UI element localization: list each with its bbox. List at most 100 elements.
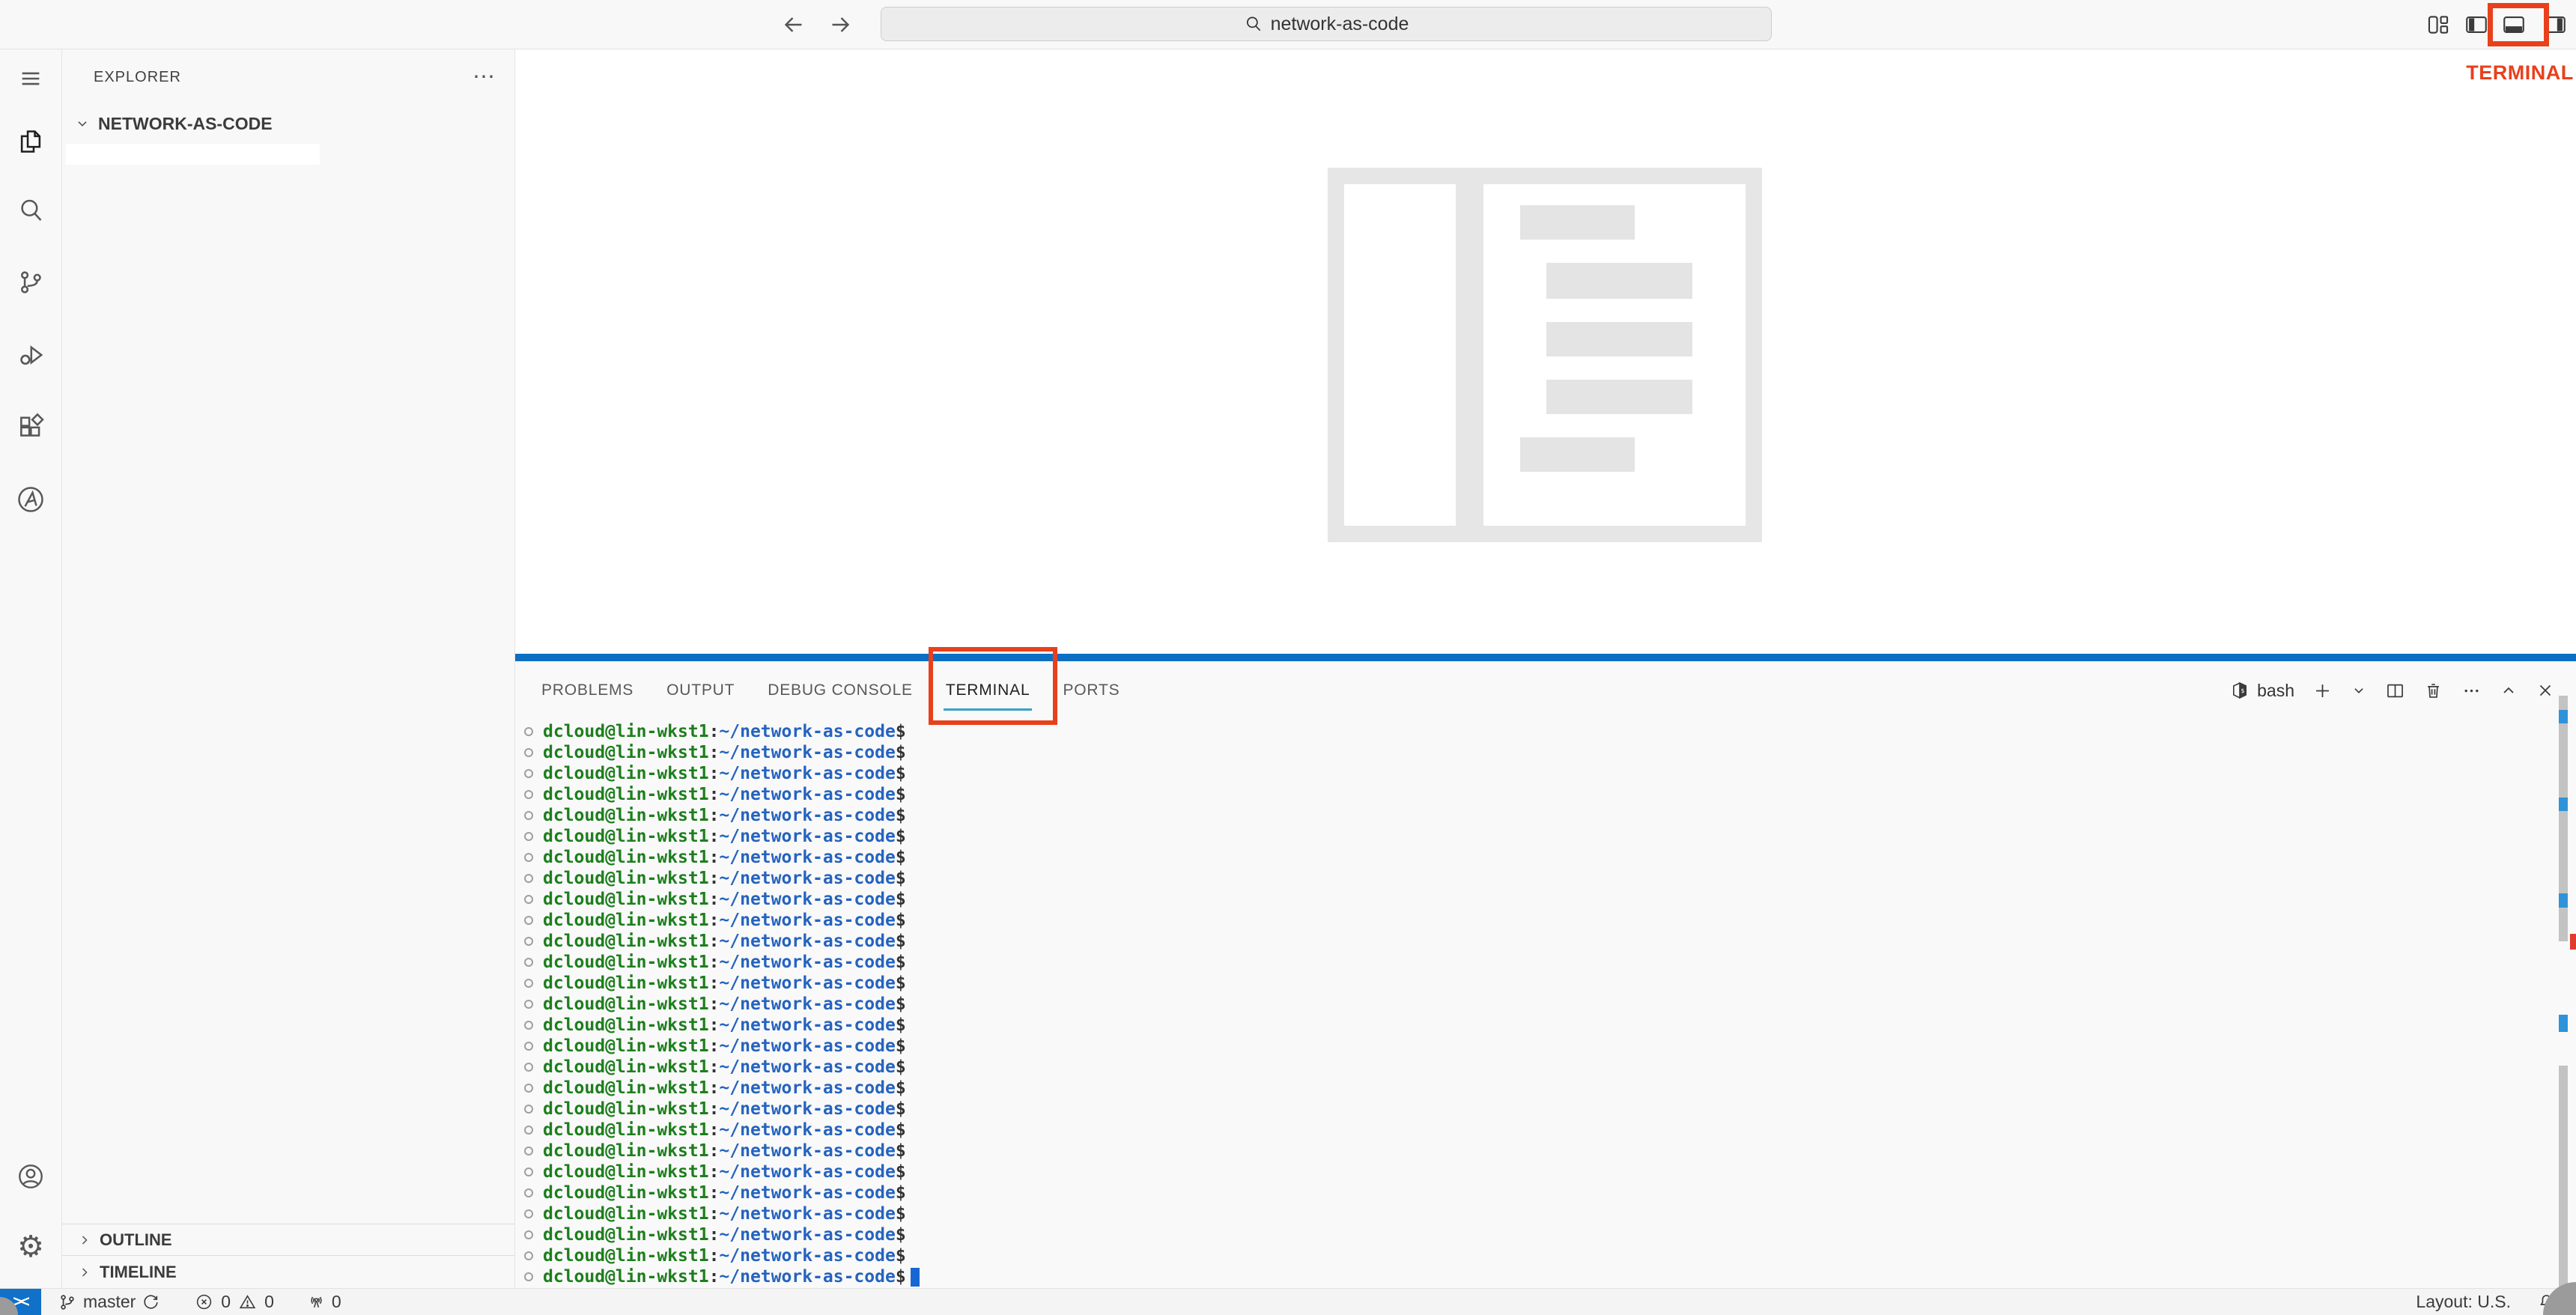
sidebar-item-extensions[interactable] [10, 406, 52, 448]
account-icon[interactable] [10, 1155, 52, 1197]
search-value: network-as-code [1271, 13, 1409, 35]
terminal-view[interactable]: dcloud@lin-wkst1:~/network-as-code$dclou… [515, 720, 2576, 1288]
command-decoration-icon[interactable] [524, 727, 533, 736]
chevron-down-icon [74, 115, 91, 132]
terminal-toolbar: $ bash [2229, 680, 2576, 701]
tab-debug-console[interactable]: DEBUG CONSOLE [768, 661, 913, 720]
annotation-label-terminal: TERMINAL [2464, 61, 2576, 85]
terminal-prompt-line: dcloud@lin-wkst1:~/network-as-code$ [524, 784, 2576, 805]
more-actions-icon[interactable] [2461, 681, 2482, 701]
customize-layout-icon[interactable] [2425, 12, 2451, 37]
port-count: 0 [332, 1292, 341, 1312]
error-icon [195, 1293, 213, 1311]
error-count: 0 [221, 1292, 231, 1312]
tree-root-folder[interactable]: NETWORK-AS-CODE [62, 105, 514, 142]
command-decoration-icon[interactable] [524, 1063, 533, 1072]
command-decoration-icon[interactable] [524, 979, 533, 988]
sidebar-item-a-extension[interactable] [10, 479, 52, 520]
command-decoration-icon[interactable] [524, 895, 533, 904]
command-decoration-icon[interactable] [524, 1105, 533, 1114]
section-timeline[interactable]: TIMELINE [62, 1255, 514, 1288]
maximize-panel-icon[interactable] [2500, 681, 2518, 699]
sidebar-item-source-control[interactable] [10, 261, 52, 303]
search-icon [1244, 14, 1263, 34]
overview-ruler-red-mark [2570, 934, 2576, 950]
command-decoration-icon[interactable] [524, 916, 533, 925]
chevron-down-icon[interactable] [2351, 682, 2367, 699]
terminal-scrollbar[interactable] [2559, 696, 2568, 1288]
tab-problems[interactable]: PROBLEMS [541, 661, 634, 720]
command-decoration-icon[interactable] [524, 1147, 533, 1155]
problems-status[interactable]: 0 0 [195, 1292, 274, 1312]
shell-indicator[interactable]: $ bash [2229, 680, 2294, 701]
terminal-prompt-line: dcloud@lin-wkst1:~/network-as-code$ [524, 1078, 2576, 1099]
command-decoration-icon[interactable] [524, 937, 533, 946]
command-center-search[interactable]: network-as-code [881, 7, 1772, 41]
split-terminal-icon[interactable] [2385, 681, 2405, 701]
command-decoration-icon[interactable] [524, 1042, 533, 1051]
command-decoration-icon[interactable] [524, 1126, 533, 1135]
new-file-input[interactable] [66, 144, 320, 165]
terminal-prompt-line: dcloud@lin-wkst1:~/network-as-code$ [524, 742, 2576, 763]
command-decoration-icon[interactable] [524, 1188, 533, 1197]
trash-icon[interactable] [2423, 681, 2443, 701]
terminal-prompt-line: dcloud@lin-wkst1:~/network-as-code$ [524, 1120, 2576, 1141]
command-decoration-icon[interactable] [524, 1000, 533, 1009]
bottom-panel: PROBLEMS OUTPUT DEBUG CONSOLE TERMINAL P… [515, 654, 2576, 1288]
command-decoration-icon[interactable] [524, 1230, 533, 1239]
terminal-prompt-line: dcloud@lin-wkst1:~/network-as-code$ [524, 721, 2576, 742]
warning-count: 0 [264, 1292, 274, 1312]
command-decoration-icon[interactable] [524, 958, 533, 967]
terminal-prompt-line: dcloud@lin-wkst1:~/network-as-code$ [524, 847, 2576, 868]
sidebar-item-run-debug[interactable] [10, 334, 52, 376]
git-branch-icon [58, 1293, 77, 1312]
branch-status[interactable]: master [58, 1292, 160, 1312]
scrollbar-command-mark [2559, 798, 2568, 811]
command-decoration-icon[interactable] [524, 1209, 533, 1218]
sidebar-empty-space [62, 165, 514, 1224]
close-panel-icon[interactable] [2536, 681, 2555, 700]
sidebar-item-search[interactable] [10, 189, 52, 231]
toggle-sidebar-left-icon[interactable] [2464, 12, 2489, 37]
sync-icon [142, 1293, 160, 1311]
sidebar-item-explorer[interactable] [10, 121, 52, 163]
nav-forward-icon[interactable] [827, 11, 854, 38]
terminal-prompt-line: dcloud@lin-wkst1:~/network-as-code$ [524, 1015, 2576, 1036]
new-terminal-icon[interactable] [2312, 681, 2333, 701]
radio-tower-icon [307, 1293, 326, 1311]
scrollbar-command-mark [2559, 893, 2568, 908]
terminal-prompt-line: dcloud@lin-wkst1:~/network-as-code$ [524, 910, 2576, 931]
tab-output[interactable]: OUTPUT [666, 661, 735, 720]
warning-icon [238, 1293, 257, 1311]
command-decoration-icon[interactable] [524, 832, 533, 841]
ports-status[interactable]: 0 [307, 1292, 341, 1312]
terminal-prompt-line: dcloud@lin-wkst1:~/network-as-code$ [524, 1182, 2576, 1203]
editor-group: PROBLEMS OUTPUT DEBUG CONSOLE TERMINAL P… [515, 49, 2576, 1288]
command-decoration-icon[interactable] [524, 1167, 533, 1176]
command-decoration-icon[interactable] [524, 1272, 533, 1281]
command-decoration-icon[interactable] [524, 1251, 533, 1260]
terminal-prompt-line: dcloud@lin-wkst1:~/network-as-code$ [524, 1057, 2576, 1078]
gear-icon[interactable]: ⚙ [10, 1226, 52, 1268]
nav-back-icon[interactable] [780, 11, 807, 38]
chevron-right-icon [77, 1265, 92, 1280]
command-decoration-icon[interactable] [524, 748, 533, 757]
scrollbar-slider[interactable] [2559, 1066, 2568, 1288]
command-decoration-icon[interactable] [524, 1021, 533, 1030]
command-decoration-icon[interactable] [524, 769, 533, 778]
command-decoration-icon[interactable] [524, 1084, 533, 1093]
menu-icon[interactable] [10, 58, 52, 100]
bash-cube-icon: $ [2229, 680, 2250, 701]
command-decoration-icon[interactable] [524, 853, 533, 862]
terminal-prompt-line: dcloud@lin-wkst1:~/network-as-code$ [524, 1161, 2576, 1182]
keyboard-layout-status[interactable]: Layout: U.S. [2416, 1292, 2511, 1312]
tab-ports[interactable]: PORTS [1063, 661, 1120, 720]
more-actions-icon[interactable]: ⋯ [473, 73, 495, 82]
command-decoration-icon[interactable] [524, 790, 533, 799]
terminal-prompt-line: dcloud@lin-wkst1:~/network-as-code$ [524, 1266, 2576, 1287]
editor-watermark-graphic [1328, 168, 1762, 542]
section-outline[interactable]: OUTLINE [62, 1224, 514, 1255]
command-decoration-icon[interactable] [524, 811, 533, 820]
command-decoration-icon[interactable] [524, 874, 533, 883]
section-label: OUTLINE [100, 1230, 172, 1250]
